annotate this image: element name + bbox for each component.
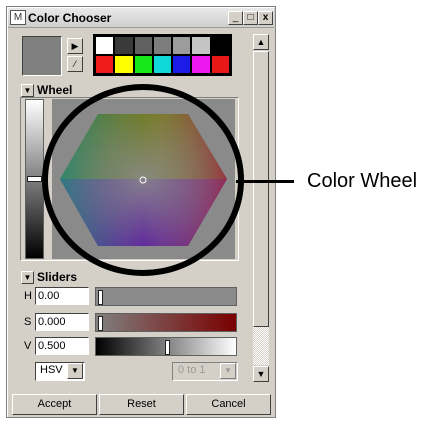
scroll-down-button[interactable]: ▼: [253, 366, 269, 382]
callout-line: [236, 180, 294, 183]
saturation-input[interactable]: 0.000: [35, 313, 89, 331]
close-button[interactable]: x: [258, 11, 273, 25]
value-bar-handle[interactable]: [27, 176, 42, 182]
wheel-section-label: Wheel: [37, 83, 73, 97]
color-swatch[interactable]: [192, 56, 210, 73]
color-space-value: HSV: [40, 364, 63, 376]
color-swatch[interactable]: [211, 56, 229, 73]
color-swatch[interactable]: [96, 56, 114, 73]
window-title: Color Chooser: [28, 11, 112, 25]
hue-slider-handle[interactable]: [98, 290, 103, 305]
saturation-slider[interactable]: [95, 313, 237, 332]
range-value: 0 to 1: [178, 364, 206, 376]
scroll-up-button[interactable]: ▲: [253, 34, 269, 50]
eyedropper-icon[interactable]: ⁄: [67, 56, 83, 72]
play-icon[interactable]: ▶: [67, 38, 83, 54]
value-slider-handle[interactable]: [164, 340, 170, 355]
value-label: V: [24, 340, 32, 352]
saturation-slider-handle[interactable]: [98, 316, 103, 331]
color-swatch[interactable]: [153, 56, 172, 73]
app-icon: M: [10, 10, 26, 25]
current-color-swatch: [22, 36, 62, 76]
hue-input[interactable]: 0.00: [35, 287, 89, 305]
chevron-down-icon: ▼: [220, 363, 236, 379]
color-swatch[interactable]: [173, 37, 191, 54]
color-swatch[interactable]: [96, 37, 114, 54]
saturation-label: S: [24, 316, 32, 328]
chevron-down-icon[interactable]: ▼: [67, 363, 83, 379]
hue-label: H: [24, 290, 32, 302]
callout-label: Color Wheel: [307, 170, 418, 192]
color-swatch[interactable]: [153, 37, 172, 54]
color-swatch[interactable]: [134, 56, 152, 73]
sliders-section-label: Sliders: [37, 270, 78, 284]
callout-ring: [42, 84, 244, 276]
color-swatch[interactable]: [115, 56, 133, 73]
color-swatch[interactable]: [115, 37, 133, 54]
color-swatch[interactable]: [192, 37, 210, 54]
cancel-button[interactable]: Cancel: [186, 394, 271, 415]
color-swatch[interactable]: [173, 56, 191, 73]
maximize-button[interactable]: □: [243, 11, 258, 25]
color-swatch[interactable]: [211, 37, 229, 54]
color-swatch-grid: [93, 34, 232, 76]
minimize-button[interactable]: _: [228, 11, 243, 25]
reset-button[interactable]: Reset: [99, 394, 184, 415]
color-swatch[interactable]: [134, 37, 152, 54]
value-slider[interactable]: [95, 337, 237, 356]
value-input[interactable]: 0.500: [35, 337, 89, 355]
wheel-collapse-toggle[interactable]: ▼: [21, 84, 34, 97]
hue-slider[interactable]: [95, 287, 237, 306]
accept-button[interactable]: Accept: [12, 394, 97, 415]
sliders-collapse-toggle[interactable]: ▼: [21, 271, 34, 284]
scrollbar-thumb[interactable]: [253, 51, 269, 327]
